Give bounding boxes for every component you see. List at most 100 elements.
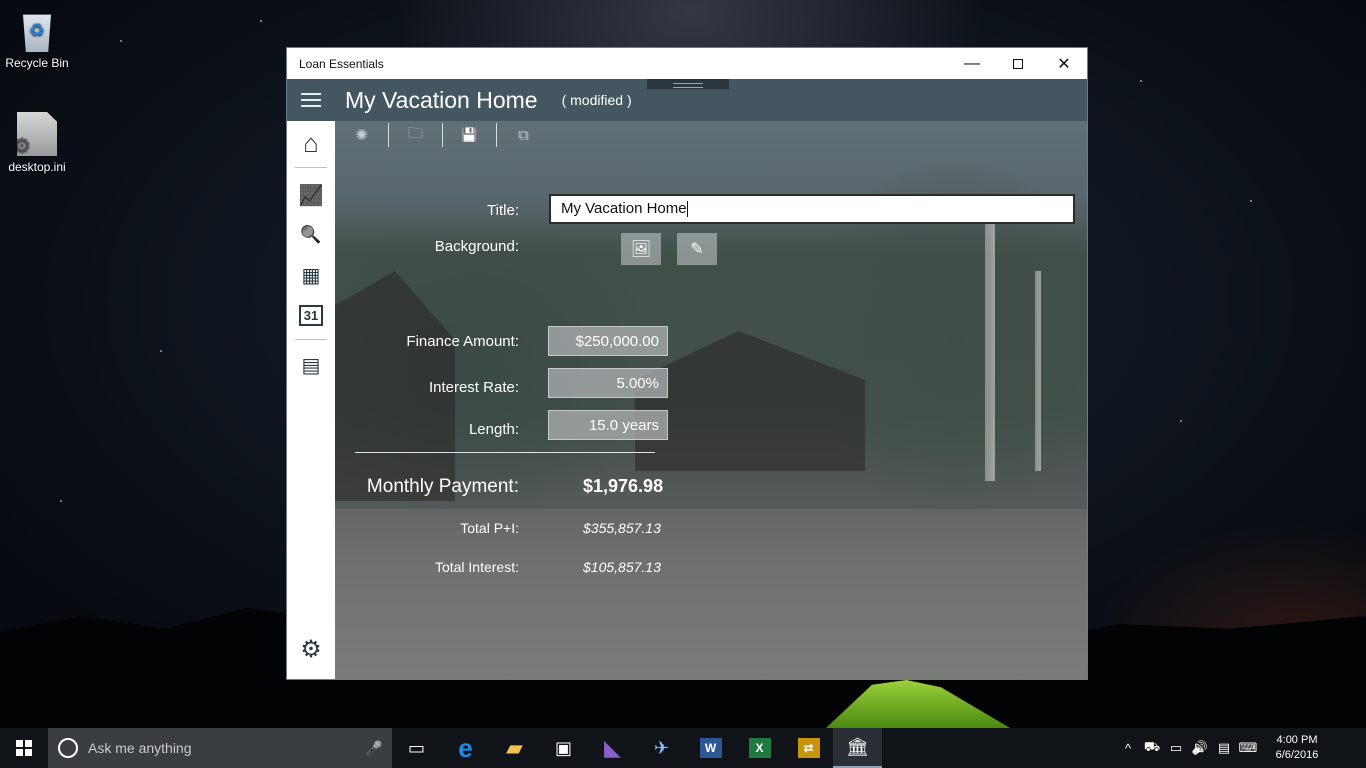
start-button[interactable] [0,728,48,768]
app-icon: ⇄ [797,738,820,758]
open-button[interactable]: 🗀 [389,121,442,149]
home-icon: ⌂ [303,127,319,158]
background-tree [985,221,995,481]
taskbar-store[interactable]: ▣ [539,728,588,768]
copy-button[interactable]: ⧉ [497,121,550,149]
nav-settings[interactable]: ⚙ [287,629,335,669]
star [260,20,262,22]
copy-icon: ⧉ [518,126,529,144]
keyboard-icon[interactable]: ⌨ [1236,740,1260,756]
title-input-value: My Vacation Home [561,200,687,217]
nav-document-search[interactable]: 🔍 [287,215,335,255]
gear-icon: ⚙ [300,635,322,663]
taskbar-file-explorer[interactable]: ▰ [490,728,539,768]
cortana-search-box[interactable]: Ask me anything 🎤 [48,728,392,768]
show-hidden-icons-icon[interactable]: ^ [1116,741,1140,756]
desktop-icon-label: desktop.ini [8,160,66,174]
results-divider [355,452,655,453]
taskbar-word[interactable]: W [686,728,735,768]
background-fill-button[interactable]: ✎ [677,233,717,265]
show-desktop-button[interactable] [1334,728,1366,768]
taskbar-visual-studio[interactable]: ◣ [588,728,637,768]
new-icon: ✺ [355,127,368,144]
hamburger-menu-button[interactable] [287,93,335,107]
calculator-icon: ▤ [301,354,321,377]
volume-icon[interactable]: 🔊 [1188,740,1212,756]
task-view-icon: ▭ [407,737,425,758]
settings-file-icon [17,112,57,156]
monthly-payment-label: Monthly Payment: [366,476,519,497]
total-interest-label: Total Interest: [434,559,519,575]
text-caret [686,201,688,218]
picture-icon: 🖼 [630,241,652,258]
taskbar-loan-essentials[interactable]: 🏛 [833,728,882,768]
minimize-icon: — [964,54,980,72]
save-button[interactable]: 💾 [443,121,496,149]
edge-icon: e [458,732,473,763]
defender-icon[interactable]: ⛟ [1140,739,1164,757]
background-label: Background: [434,238,519,255]
save-icon: 💾 [461,127,478,142]
desktop-icon-recycle-bin[interactable]: Recycle Bin [0,8,74,70]
nav-calculator[interactable]: ▤ [287,345,335,385]
close-button[interactable]: ✕ [1041,48,1087,79]
star [1140,80,1142,82]
interest-rate-input[interactable]: 5.00% [548,368,668,398]
maximize-button[interactable] [995,48,1041,79]
maximize-icon [1013,58,1023,69]
sidebar-separator [295,167,327,168]
editor-toolbar: ✺ 🗀 💾 ⧉ [335,121,550,149]
title-label: Title: [487,202,519,219]
visual-studio-icon: ◣ [604,735,621,760]
desktop-icon-desktop-ini[interactable]: desktop.ini [0,112,74,174]
total-pi-value: $355,857.13 [583,520,661,536]
document-search-icon: 🔍 [300,225,322,244]
desktop-icon-label: Recycle Bin [5,56,69,70]
sidebar-separator [295,339,327,340]
cortana-icon [58,738,78,758]
finance-amount-label: Finance Amount: [406,333,519,350]
background-picture-button[interactable]: 🖼 [621,233,661,265]
nav-calendar[interactable]: ▦ [287,255,335,295]
store-icon: ▣ [554,737,572,758]
nav-home[interactable]: ⌂ [287,123,335,163]
drag-handle[interactable] [647,79,729,89]
modified-status: ( modified ) [561,92,632,108]
background-cabin [635,331,865,471]
interest-rate-label: Interest Rate: [428,379,519,396]
app-window: Loan Essentials — ✕ My Vacation Home ( m… [286,47,1088,680]
taskbar-task-view[interactable]: ▭ [392,728,441,768]
word-icon: W [699,738,722,758]
clock-date: 6/6/2016 [1275,749,1319,761]
taskbar-excel[interactable]: X [735,728,784,768]
nav-calendar-day[interactable]: 31 [287,295,335,335]
taskbar-edge[interactable]: e [441,728,490,768]
microphone-icon[interactable]: 🎤 [356,740,392,757]
clock[interactable]: 4:00 PM 6/6/2016 [1260,733,1334,763]
taskbar: Ask me anything 🎤 ▭ e ▰ ▣ ◣ ✈ W X ⇄ 🏛 ^ … [0,728,1366,768]
paint-bucket-icon: ✎ [690,241,704,258]
finance-amount-input[interactable]: $250,000.00 [548,326,668,356]
chart-icon: 📈 [298,184,324,207]
bank-icon: 🏛 [846,736,869,757]
nav-chart[interactable]: 📈 [287,175,335,215]
taskbar-yellow-app[interactable]: ⇄ [784,728,833,768]
title-input[interactable]: My Vacation Home [549,194,1075,224]
photos-icon: ✈ [653,737,670,758]
monthly-payment-value: $1,976.98 [583,476,664,496]
network-icon[interactable]: ▭ [1164,740,1188,756]
length-label: Length: [468,421,519,438]
action-center-icon[interactable]: ▤ [1212,740,1236,756]
system-tray: ^ ⛟ ▭ 🔊 ▤ ⌨ 4:00 PM 6/6/2016 [1116,728,1366,768]
minimize-button[interactable]: — [949,48,995,79]
length-input[interactable]: 15.0 years [548,410,668,440]
recycle-bin-icon [23,14,51,52]
clock-time: 4:00 PM [1276,734,1318,746]
background-tree [1035,271,1041,471]
windows-logo-icon [16,740,32,756]
calendar-day-icon: 31 [298,304,324,326]
taskbar-photos-app[interactable]: ✈ [637,728,686,768]
new-button[interactable]: ✺ [335,121,388,149]
total-interest-value: $105,857.13 [583,559,661,575]
window-titlebar[interactable]: Loan Essentials — ✕ [287,48,1087,79]
